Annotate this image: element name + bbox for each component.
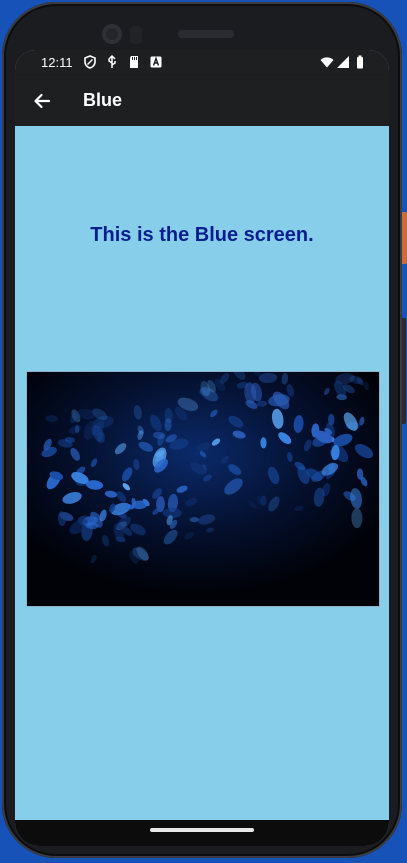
front-camera	[102, 24, 122, 44]
navigation-bar	[15, 820, 389, 846]
leaf-shape	[164, 418, 172, 432]
wifi-icon	[320, 57, 334, 68]
status-bar: 12:11	[15, 50, 389, 76]
battery-icon	[357, 55, 363, 69]
content-area: This is the Blue screen.	[15, 126, 389, 820]
device-background: 12:11 Blue This is the Blue screen.	[0, 0, 407, 863]
page-title: Blue	[83, 90, 123, 110]
status-time: 12:11	[41, 55, 73, 70]
screen-headline: This is the Blue screen.	[90, 224, 314, 246]
app-bar: Blue	[15, 76, 389, 126]
sensor	[130, 26, 142, 44]
usb-icon	[108, 55, 116, 68]
screen: 12:11 Blue This is the Blue screen.	[15, 50, 389, 846]
signal-icon	[337, 56, 349, 68]
home-gesture-handle[interactable]	[150, 828, 254, 832]
blue-leaves-photo	[26, 371, 380, 607]
earpiece-speaker	[178, 30, 234, 38]
arrow-left-icon[interactable]	[29, 88, 55, 114]
sd-card-icon	[130, 56, 138, 68]
a-box-icon	[150, 56, 162, 68]
shield-icon	[84, 55, 96, 69]
leaves-illustration	[27, 372, 379, 606]
